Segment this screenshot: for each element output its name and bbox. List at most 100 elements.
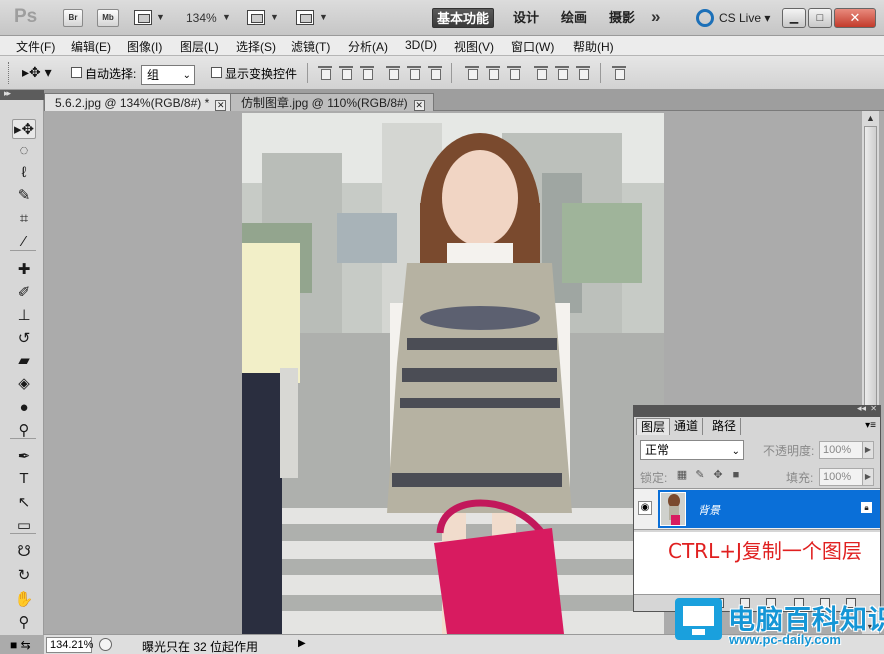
crop-tool-icon[interactable]: ⌗ [12, 209, 36, 229]
workspace-painting[interactable]: 绘画 [556, 8, 592, 28]
quick-select-tool-icon[interactable]: ✎ [12, 186, 36, 206]
zoom-tool-icon[interactable]: ⚲ [12, 613, 36, 633]
document-image[interactable] [242, 113, 664, 634]
brush-tool-icon[interactable]: ✐ [12, 283, 36, 303]
show-transform-checkbox[interactable] [211, 67, 222, 78]
align-right-icon[interactable] [428, 66, 442, 80]
distribute-top-icon[interactable] [465, 66, 479, 80]
arrange-documents-icon[interactable] [247, 10, 265, 25]
menu-analysis[interactable]: 分析(A) [348, 38, 388, 55]
3d-rotate-tool-icon[interactable]: ☋ [12, 542, 36, 562]
chevron-down-icon[interactable]: ▼ [156, 12, 165, 22]
align-top-icon[interactable] [318, 66, 332, 80]
status-info-icon[interactable] [99, 638, 112, 651]
chevron-down-icon[interactable]: ▼ [270, 12, 279, 22]
lock-all-icon[interactable]: ■ [730, 469, 742, 481]
maximize-button[interactable]: □ [808, 8, 832, 28]
cs-live-icon[interactable] [696, 9, 714, 27]
blend-mode-dropdown[interactable]: 正常 ⌄ [640, 440, 744, 460]
lock-pixels-icon[interactable]: ✎ [694, 469, 706, 481]
bridge-button[interactable]: Br [63, 9, 83, 27]
layers-panel-header[interactable]: ◂◂ ✕ [634, 403, 880, 417]
type-tool-icon[interactable]: T [12, 469, 36, 489]
more-workspaces-icon[interactable]: » [651, 7, 660, 27]
mini-bridge-button[interactable]: Mb [97, 9, 119, 27]
tools-panel-header[interactable]: ▸▸ [0, 88, 44, 100]
align-bottom-icon[interactable] [360, 66, 374, 80]
history-brush-tool-icon[interactable]: ↺ [12, 329, 36, 349]
menu-edit[interactable]: 编辑(E) [71, 38, 111, 55]
fill-label: 填充: [786, 471, 814, 485]
fill-slider-arrow-icon[interactable]: ▶ [862, 468, 874, 486]
tab-channels[interactable]: 通道 [670, 418, 704, 435]
menu-view[interactable]: 视图(V) [454, 38, 494, 55]
layer-row-background[interactable]: ◉ 背景 🔒︎ [634, 488, 880, 530]
visibility-eye-icon[interactable]: ◉ [638, 501, 652, 515]
minimize-button[interactable]: ▁ [782, 8, 806, 28]
menu-select[interactable]: 选择(S) [236, 38, 276, 55]
distribute-bottom-icon[interactable] [507, 66, 521, 80]
distribute-hcenter-icon[interactable] [555, 66, 569, 80]
3d-orbit-tool-icon[interactable]: ↻ [12, 566, 36, 586]
lasso-tool-icon[interactable]: ℓ [12, 163, 36, 183]
selected-layer[interactable]: 背景 🔒︎ [658, 490, 880, 528]
opacity-slider-arrow-icon[interactable]: ▶ [862, 441, 874, 459]
close-icon[interactable]: ✕ [215, 100, 227, 111]
menu-filter[interactable]: 滤镜(T) [291, 38, 330, 55]
align-vcenter-icon[interactable] [339, 66, 353, 80]
pen-tool-icon[interactable]: ✒ [12, 447, 36, 467]
auto-select-dropdown[interactable]: 组 ⌄ [141, 65, 195, 85]
paint-bucket-tool-icon[interactable]: ◈ [12, 374, 36, 394]
tab-document-1[interactable]: 5.6.2.jpg @ 134%(RGB/8#) * ✕ [44, 93, 236, 111]
screen-mode-icon[interactable] [296, 10, 314, 25]
zoom-level-dropdown[interactable]: 134% [186, 11, 217, 25]
opacity-input[interactable]: 100% [819, 441, 863, 459]
chevron-down-icon[interactable]: ▼ [319, 12, 328, 22]
separator [451, 63, 452, 83]
status-menu-arrow-icon[interactable]: ▶ [298, 638, 306, 649]
tab-layers[interactable]: 图层 [636, 418, 671, 435]
watermark-logo-icon [675, 598, 722, 640]
align-left-icon[interactable] [386, 66, 400, 80]
distribute-vcenter-icon[interactable] [486, 66, 500, 80]
panel-menu-icon[interactable]: ▾≡ [865, 420, 876, 431]
status-zoom-input[interactable]: 134.21% [46, 637, 93, 653]
fill-input[interactable]: 100% [819, 468, 863, 486]
options-grip[interactable] [8, 62, 11, 84]
move-tool-icon[interactable]: ▸✥ [12, 119, 36, 139]
marquee-tool-icon[interactable]: ◌ [12, 141, 36, 161]
healing-brush-tool-icon[interactable]: ✚ [12, 260, 36, 280]
tab-paths[interactable]: 路径 [708, 418, 742, 435]
blur-tool-icon[interactable]: ● [12, 398, 36, 418]
path-select-tool-icon[interactable]: ↖ [12, 493, 36, 513]
move-tool-preset-icon[interactable]: ▸✥ ▾ [22, 64, 52, 81]
distribute-left-icon[interactable] [534, 66, 548, 80]
menu-3d[interactable]: 3D(D) [405, 38, 437, 52]
scroll-up-icon[interactable]: ▲ [866, 113, 875, 123]
chevron-down-icon[interactable]: ▼ [222, 12, 231, 22]
workspace-photography[interactable]: 摄影 [604, 8, 640, 28]
distribute-right-icon[interactable] [576, 66, 590, 80]
menu-layer[interactable]: 图层(L) [180, 38, 219, 55]
menu-file[interactable]: 文件(F) [16, 38, 55, 55]
eraser-tool-icon[interactable]: ▰ [12, 351, 36, 371]
auto-align-icon[interactable] [612, 66, 626, 80]
menu-image[interactable]: 图像(I) [127, 38, 162, 55]
align-hcenter-icon[interactable] [407, 66, 421, 80]
view-extras-icon[interactable] [134, 10, 152, 25]
clone-stamp-tool-icon[interactable]: ⊥ [12, 306, 36, 326]
cs-live-menu[interactable]: CS Live ▾ [719, 11, 770, 25]
menu-window[interactable]: 窗口(W) [511, 38, 554, 55]
tab-document-2[interactable]: 仿制图章.jpg @ 110%(RGB/8#) ✕ [230, 93, 434, 111]
lock-position-icon[interactable]: ✥ [712, 469, 724, 481]
auto-select-checkbox[interactable] [71, 67, 82, 78]
default-colors-icon[interactable]: ■ ⇆ [10, 638, 31, 652]
workspace-design[interactable]: 设计 [506, 8, 546, 28]
hand-tool-icon[interactable]: ✋ [12, 590, 36, 610]
workspace-essentials[interactable]: 基本功能 [432, 8, 494, 28]
lock-transparent-icon[interactable]: ▦ [676, 469, 688, 481]
menu-help[interactable]: 帮助(H) [573, 38, 614, 55]
close-icon[interactable]: ✕ [413, 100, 425, 111]
close-button[interactable]: ✕ [834, 8, 876, 28]
eyedropper-tool-icon[interactable]: ⁄ [12, 232, 36, 252]
